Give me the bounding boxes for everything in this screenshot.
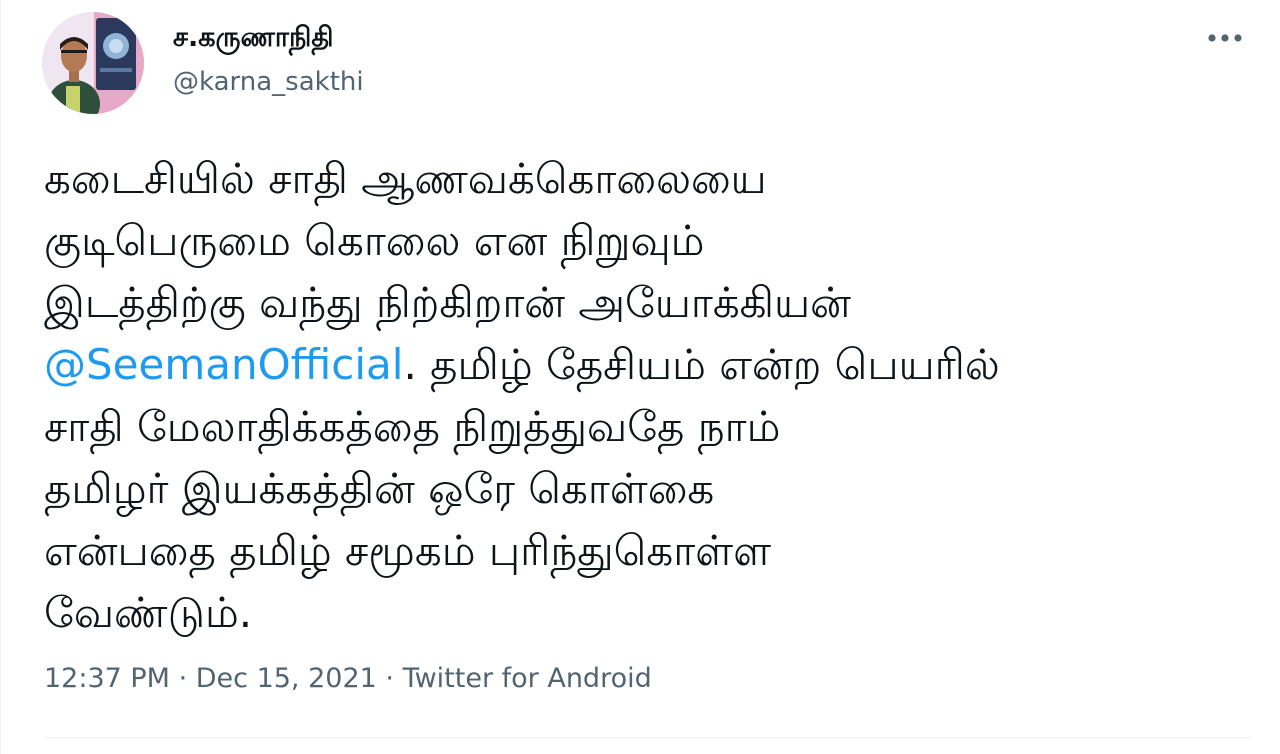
tweet-text-line: என்பதை தமிழ் சமூகம் புரிந்துகொள்ள [44,526,771,575]
tweet-text: கடைசியில் சாதி ஆணவக்கொலையை குடிபெருமை கொ… [44,148,1244,644]
tweet-text-line: குடிபெருமை கொலை என நிறுவும் [44,216,705,265]
tweet-text-line: கடைசியில் சாதி ஆணவக்கொலையை [44,154,767,203]
tweet-text-line: தமிழர் இயக்கத்தின் ஒரே கொள்கை [44,464,715,513]
more-options-button[interactable] [1199,20,1251,56]
tweet-text-line: @SeemanOfficial. தமிழ் தேசியம் என்ற பெயர… [44,334,1244,396]
mention-link[interactable]: @SeemanOfficial [44,340,403,389]
tweet-date[interactable]: Dec 15, 2021 [196,663,377,694]
author-handle[interactable]: @karna_sakthi [173,64,364,100]
meta-separator: · [169,663,196,694]
tweet-meta: 12:37 PM · Dec 15, 2021 · Twitter for An… [44,659,652,699]
tweet-text-line: இடத்திற்கு வந்து நிற்கிறான் அயோக்கியன் [44,278,851,327]
avatar-image [42,12,144,114]
more-horizontal-icon [1208,34,1242,42]
tweet-text-line: சாதி மேலாதிக்கத்தை நிறுத்துவதே நாம் [44,402,781,451]
tweet-text-line: வேண்டும். [44,588,253,637]
tweet-source[interactable]: Twitter for Android [403,663,652,694]
divider [44,737,1252,738]
tweet-card: ச.கருணாநிதி @karna_sakthi கடைசியில் சாதி… [0,0,1280,754]
meta-separator: · [376,663,403,694]
avatar[interactable] [42,12,144,114]
tweet-time[interactable]: 12:37 PM [44,663,170,694]
author-name[interactable]: ச.கருணாநிதி [173,20,333,56]
tweet-text-segment: . தமிழ் தேசியம் என்ற பெயரில் [403,340,1000,389]
